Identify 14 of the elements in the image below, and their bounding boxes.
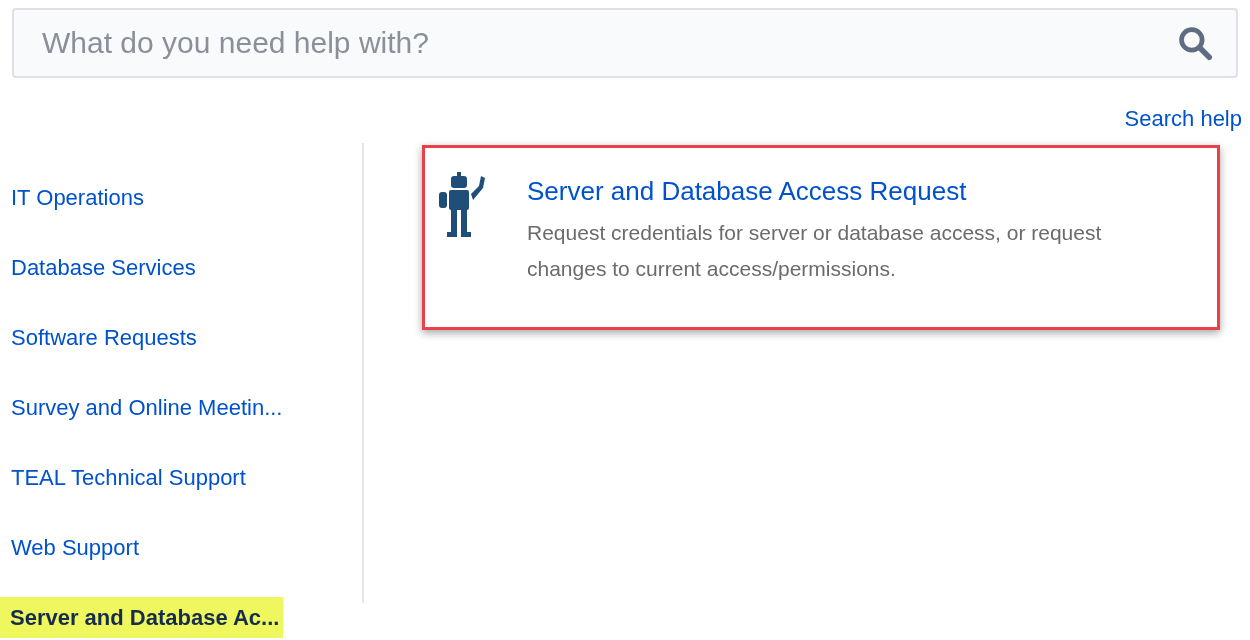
category-link[interactable]: Survey and Online Meetin... <box>0 391 283 424</box>
search-field[interactable]: What do you need help with? <box>12 8 1238 78</box>
category-link[interactable]: Web Support <box>0 531 139 564</box>
category-link[interactable]: TEAL Technical Support <box>0 461 246 494</box>
category-link[interactable]: Database Services <box>0 251 196 284</box>
category-link[interactable]: Server and Database Ac... <box>0 597 284 638</box>
search-help-link[interactable]: Search help <box>1124 102 1242 135</box>
search-icon[interactable] <box>1176 24 1214 62</box>
request-description: Request credentials for server or database access, or request changes to current access/permissions. <box>527 220 1103 282</box>
request-title: Server and Database Access Request <box>527 175 968 208</box>
robot-icon <box>437 172 487 240</box>
request-type-card[interactable]: Server and Database Access Request Request credentials for server or database access, or request changes to current access/permissions. <box>422 145 1220 330</box>
category-link[interactable]: Software Requests <box>0 321 197 354</box>
category-link[interactable]: IT Operations <box>0 181 144 214</box>
